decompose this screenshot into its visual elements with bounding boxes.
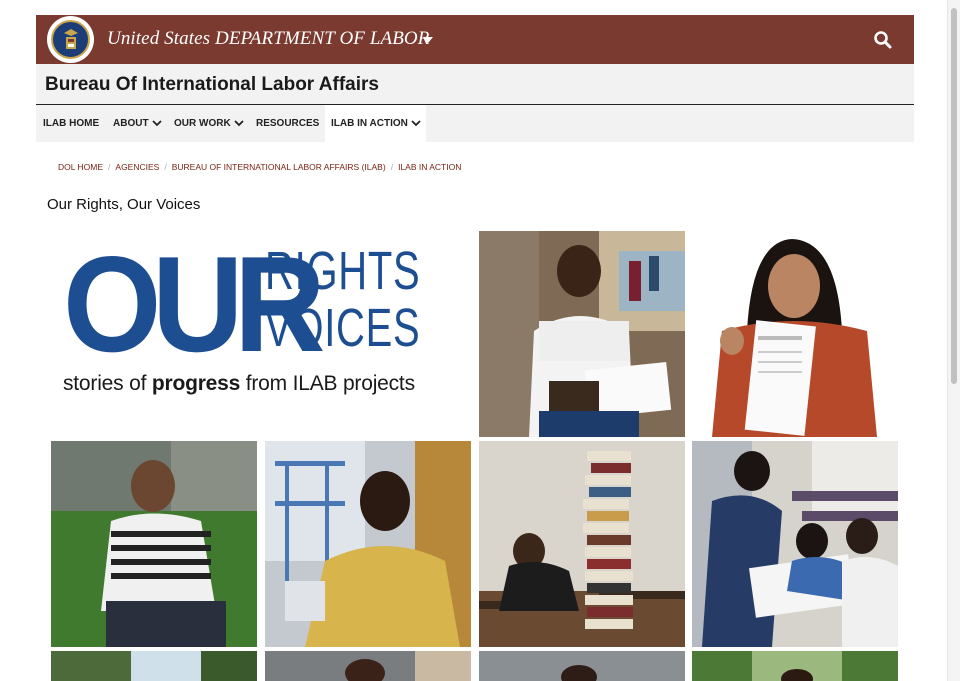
- story-photo-tile[interactable]: [692, 231, 898, 437]
- breadcrumb-separator: /: [390, 162, 394, 172]
- logo-voices-text: VOICES: [265, 298, 421, 358]
- our-rights-our-voices-logo: OUR RIGHTS VOICES stories of progress fr…: [51, 231, 471, 437]
- nav-item-ilab-in-action[interactable]: ILAB IN ACTION: [325, 105, 426, 142]
- nav-item-label: ABOUT: [113, 118, 149, 129]
- chevron-down-icon: [411, 120, 421, 127]
- nav-item-label: OUR WORK: [174, 118, 231, 129]
- nav-item-our-work[interactable]: OUR WORK: [174, 105, 244, 142]
- breadcrumb-separator: /: [164, 162, 167, 172]
- breadcrumb-separator: /: [108, 162, 111, 172]
- story-photo-tile[interactable]: [265, 651, 471, 681]
- dol-title[interactable]: United States DEPARTMENT OF LABOR: [107, 28, 429, 50]
- story-photo-tile[interactable]: [479, 441, 685, 647]
- breadcrumb-ilab-in-action[interactable]: ILAB IN ACTION: [398, 162, 461, 172]
- main-nav: ILAB HOME ABOUT OUR WORK RESOURCES ILAB …: [36, 105, 914, 142]
- story-photo: [51, 441, 257, 647]
- story-photo-tile[interactable]: [479, 651, 685, 681]
- story-photo-tile[interactable]: [479, 231, 685, 437]
- chevron-down-icon: [234, 120, 244, 127]
- story-photo-tile[interactable]: [51, 651, 257, 681]
- logo-rights-text: RIGHTS: [265, 241, 421, 301]
- scrollbar-thumb[interactable]: [951, 8, 957, 384]
- story-photo: [479, 651, 685, 681]
- tagline-pre: stories of: [63, 372, 152, 395]
- story-photo: [479, 441, 685, 647]
- nav-item-label: ILAB IN ACTION: [331, 118, 408, 129]
- logo-tagline: stories of progress from ILAB projects: [63, 372, 415, 396]
- bureau-title[interactable]: Bureau Of International Labor Affairs: [45, 74, 379, 96]
- nav-item-about[interactable]: ABOUT: [113, 105, 162, 142]
- story-photo: [265, 441, 471, 647]
- story-photo: [692, 231, 898, 437]
- page-title: Our Rights, Our Voices: [47, 196, 201, 213]
- story-photo: [51, 651, 257, 681]
- story-photo-tile[interactable]: [51, 441, 257, 647]
- story-photo-tile[interactable]: [692, 651, 898, 681]
- chevron-down-icon: [151, 120, 162, 127]
- nav-item-label: RESOURCES: [256, 118, 320, 129]
- story-photo: [265, 651, 471, 681]
- nav-item-resources[interactable]: RESOURCES: [256, 105, 319, 142]
- story-photo-tile[interactable]: [692, 441, 898, 647]
- page-scrollbar[interactable]: [947, 0, 960, 681]
- breadcrumb-agencies[interactable]: AGENCIES: [115, 162, 159, 172]
- dol-header-bar: United States DEPARTMENT OF LABOR: [36, 15, 914, 64]
- nav-item-label: ILAB HOME: [43, 118, 100, 129]
- caret-down-icon[interactable]: [423, 37, 433, 43]
- breadcrumb-dol-home[interactable]: DOL HOME: [58, 162, 103, 172]
- story-photo: [479, 231, 685, 437]
- breadcrumb-ilab[interactable]: BUREAU OF INTERNATIONAL LABOR AFFAIRS (I…: [172, 162, 386, 172]
- bureau-title-bar: Bureau Of International Labor Affairs: [36, 64, 914, 105]
- tagline-post: from ILAB projects: [240, 372, 415, 395]
- breadcrumb: DOL HOME / AGENCIES / BUREAU OF INTERNATIONA…: [58, 162, 461, 172]
- story-photo-tile[interactable]: [265, 441, 471, 647]
- tagline-bold: progress: [151, 372, 241, 395]
- story-photo: [692, 651, 898, 681]
- story-photo: [692, 441, 898, 647]
- dol-seal-icon[interactable]: [47, 16, 94, 63]
- search-icon[interactable]: [872, 29, 894, 51]
- nav-item-ilab-home[interactable]: ILAB HOME: [36, 105, 113, 142]
